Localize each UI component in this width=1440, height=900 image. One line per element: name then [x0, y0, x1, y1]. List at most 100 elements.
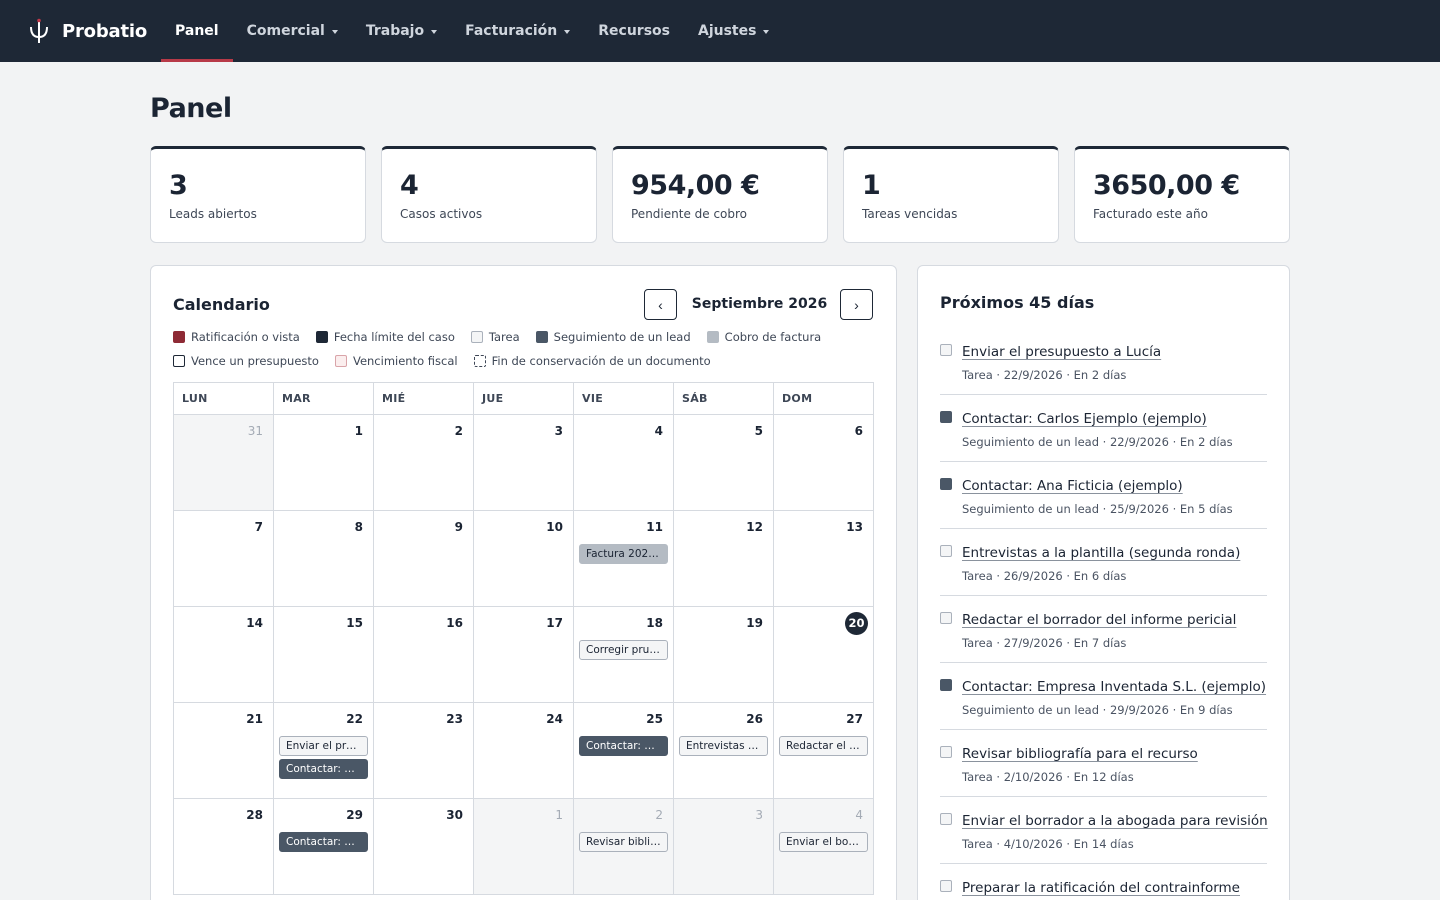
- upcoming-item-link[interactable]: Contactar: Ana Ficticia (ejemplo): [962, 478, 1183, 494]
- day-number: 8: [354, 520, 363, 534]
- calendar-day[interactable]: 28: [174, 799, 274, 895]
- calendar-event[interactable]: Redactar el borrador del informe pericia…: [779, 736, 868, 756]
- upcoming-item-link[interactable]: Enviar el borrador a la abogada para rev…: [962, 813, 1268, 829]
- legend-label: Cobro de factura: [724, 330, 822, 344]
- calendar-day[interactable]: 23: [374, 703, 474, 799]
- legend-label: Vence un presupuesto: [191, 354, 319, 368]
- task-marker-icon: [940, 813, 952, 825]
- calendar-event[interactable]: Corregir pruebas: [579, 640, 668, 660]
- calendar-day[interactable]: 11 Factura 2026-003: [574, 511, 674, 607]
- day-number: 25: [646, 712, 663, 726]
- upcoming-item-link[interactable]: Enviar el presupuesto a Lucía: [962, 344, 1161, 360]
- calendar-event[interactable]: Entrevistas a la plantilla (segunda rond…: [679, 736, 768, 756]
- calendar-day[interactable]: 15: [274, 607, 374, 703]
- calendar-day[interactable]: 25 Contactar: Ana Ficticia (ejemplo): [574, 703, 674, 799]
- upcoming-item: Enviar el presupuesto a Lucía Tarea · 22/…: [940, 328, 1267, 395]
- calendar-event[interactable]: Contactar: Ana Ficticia (ejemplo): [579, 736, 668, 756]
- stat-card: 1 Tareas vencidas: [843, 146, 1059, 243]
- nav-item-3[interactable]: Facturación: [451, 0, 584, 62]
- nav-item-0[interactable]: Panel: [161, 0, 233, 62]
- trident-logo-icon: [30, 18, 48, 43]
- weekday-header: MAR: [274, 383, 374, 415]
- previous-month-button[interactable]: ‹: [644, 289, 677, 320]
- upcoming-item-meta: Tarea · 2/10/2026 · En 12 días: [962, 770, 1134, 784]
- nav-item-1[interactable]: Comercial: [233, 0, 352, 62]
- day-events: Corregir pruebas: [579, 640, 668, 660]
- upcoming-item-link[interactable]: Contactar: Carlos Ejemplo (ejemplo): [962, 411, 1207, 427]
- calendar-day[interactable]: 3: [674, 799, 774, 895]
- calendar-day[interactable]: 9: [374, 511, 474, 607]
- day-number: 23: [446, 712, 463, 726]
- day-number: 17: [546, 616, 563, 630]
- calendar-day[interactable]: 10: [474, 511, 574, 607]
- calendar-day[interactable]: 4: [574, 415, 674, 511]
- lead-marker-icon: [940, 679, 952, 691]
- calendar-day[interactable]: 16: [374, 607, 474, 703]
- calendar-day[interactable]: 29 Contactar: Empresa Inventada S.L. (eje…: [274, 799, 374, 895]
- upcoming-item-link[interactable]: Revisar bibliografía para el recurso: [962, 746, 1198, 762]
- upcoming-item: Preparar la ratificación del contrainfor…: [940, 864, 1267, 900]
- upcoming-item-meta: Tarea · 27/9/2026 · En 7 días: [962, 636, 1127, 650]
- calendar-week: 28 29 Contactar: Empresa Inventada S.L. (e…: [174, 799, 874, 895]
- calendar-event[interactable]: Contactar: Carlos Ejemplo (ejemplo): [279, 759, 368, 779]
- day-events: Enviar el presupuesto a Lucía Contactar: …: [279, 736, 368, 779]
- calendar-event[interactable]: Factura 2026-003: [579, 544, 668, 564]
- next-month-button[interactable]: ›: [840, 289, 873, 320]
- calendar-day[interactable]: 1: [274, 415, 374, 511]
- brand[interactable]: Probatio: [27, 18, 161, 44]
- day-number: 11: [646, 520, 663, 534]
- calendar-day[interactable]: 27 Redactar el borrador del informe peric…: [774, 703, 874, 799]
- calendar-day[interactable]: 12: [674, 511, 774, 607]
- upcoming-title-row: Entrevistas a la plantilla (segunda rond…: [962, 542, 1267, 561]
- day-number: 27: [846, 712, 863, 726]
- calendar-day[interactable]: 19: [674, 607, 774, 703]
- calendar-event[interactable]: Enviar el borrador a la abogada para rev…: [779, 832, 868, 852]
- calendar-day[interactable]: 2 Revisar bibliografía para el recurso: [574, 799, 674, 895]
- calendar-day[interactable]: 18 Corregir pruebas: [574, 607, 674, 703]
- calendar-event[interactable]: Contactar: Empresa Inventada S.L. (ejemp…: [279, 832, 368, 852]
- upcoming-item-link[interactable]: Preparar la ratificación del contrainfor…: [962, 880, 1240, 896]
- today-marker: 20: [845, 612, 868, 635]
- calendar-day[interactable]: 21: [174, 703, 274, 799]
- top-navbar: Probatio Panel Comercial Trabajo Facturació…: [0, 0, 1440, 62]
- day-number: 19: [746, 616, 763, 630]
- day-number: 16: [446, 616, 463, 630]
- calendar-day[interactable]: 7: [174, 511, 274, 607]
- upcoming-item: Enviar el borrador a la abogada para rev…: [940, 797, 1268, 864]
- day-events: Redactar el borrador del informe pericia…: [779, 736, 868, 756]
- calendar-day[interactable]: 26 Entrevistas a la plantilla (segunda ro…: [674, 703, 774, 799]
- caret-down-icon: [564, 30, 571, 34]
- stat-value: 954,00 €: [631, 170, 760, 201]
- upcoming-item-link[interactable]: Entrevistas a la plantilla (segunda rond…: [962, 545, 1240, 561]
- nav-item-2[interactable]: Trabajo: [352, 0, 451, 62]
- calendar-day[interactable]: 6: [774, 415, 874, 511]
- page-title: Panel: [150, 93, 232, 124]
- nav-item-5[interactable]: Ajustes: [684, 0, 783, 62]
- upcoming-item-link[interactable]: Redactar el borrador del informe pericia…: [962, 612, 1236, 628]
- day-number: 21: [246, 712, 263, 726]
- calendar-day[interactable]: 22 Enviar el presupuesto a Lucía Contactar…: [274, 703, 374, 799]
- legend-item: Vence un presupuesto: [173, 354, 319, 368]
- calendar-day[interactable]: 13: [774, 511, 874, 607]
- calendar-day[interactable]: 31: [174, 415, 274, 511]
- upcoming-item-meta: Tarea · 22/9/2026 · En 2 días: [962, 368, 1127, 382]
- calendar-day[interactable]: 4 Enviar el borrador a la abogada para re…: [774, 799, 874, 895]
- calendar-day[interactable]: 2: [374, 415, 474, 511]
- upcoming-item-link[interactable]: Contactar: Empresa Inventada S.L. (ejemp…: [962, 679, 1266, 695]
- calendar-event[interactable]: Revisar bibliografía para el recurso: [579, 832, 668, 852]
- nav-item-label: Trabajo: [365, 23, 425, 39]
- calendar-day[interactable]: 24: [474, 703, 574, 799]
- nav-item-4[interactable]: Recursos: [584, 0, 684, 62]
- stat-value: 4: [400, 170, 419, 201]
- calendar-day[interactable]: 20: [774, 607, 874, 703]
- day-number: 4: [855, 808, 863, 822]
- calendar-day[interactable]: 3: [474, 415, 574, 511]
- calendar-day[interactable]: 1: [474, 799, 574, 895]
- calendar-event[interactable]: Enviar el presupuesto a Lucía: [279, 736, 368, 756]
- calendar-day[interactable]: 17: [474, 607, 574, 703]
- calendar-day[interactable]: 14: [174, 607, 274, 703]
- calendar-day[interactable]: 30: [374, 799, 474, 895]
- calendar-day[interactable]: 5: [674, 415, 774, 511]
- calendar-day[interactable]: 8: [274, 511, 374, 607]
- upcoming-title-row: Preparar la ratificación del contrainfor…: [962, 877, 1267, 896]
